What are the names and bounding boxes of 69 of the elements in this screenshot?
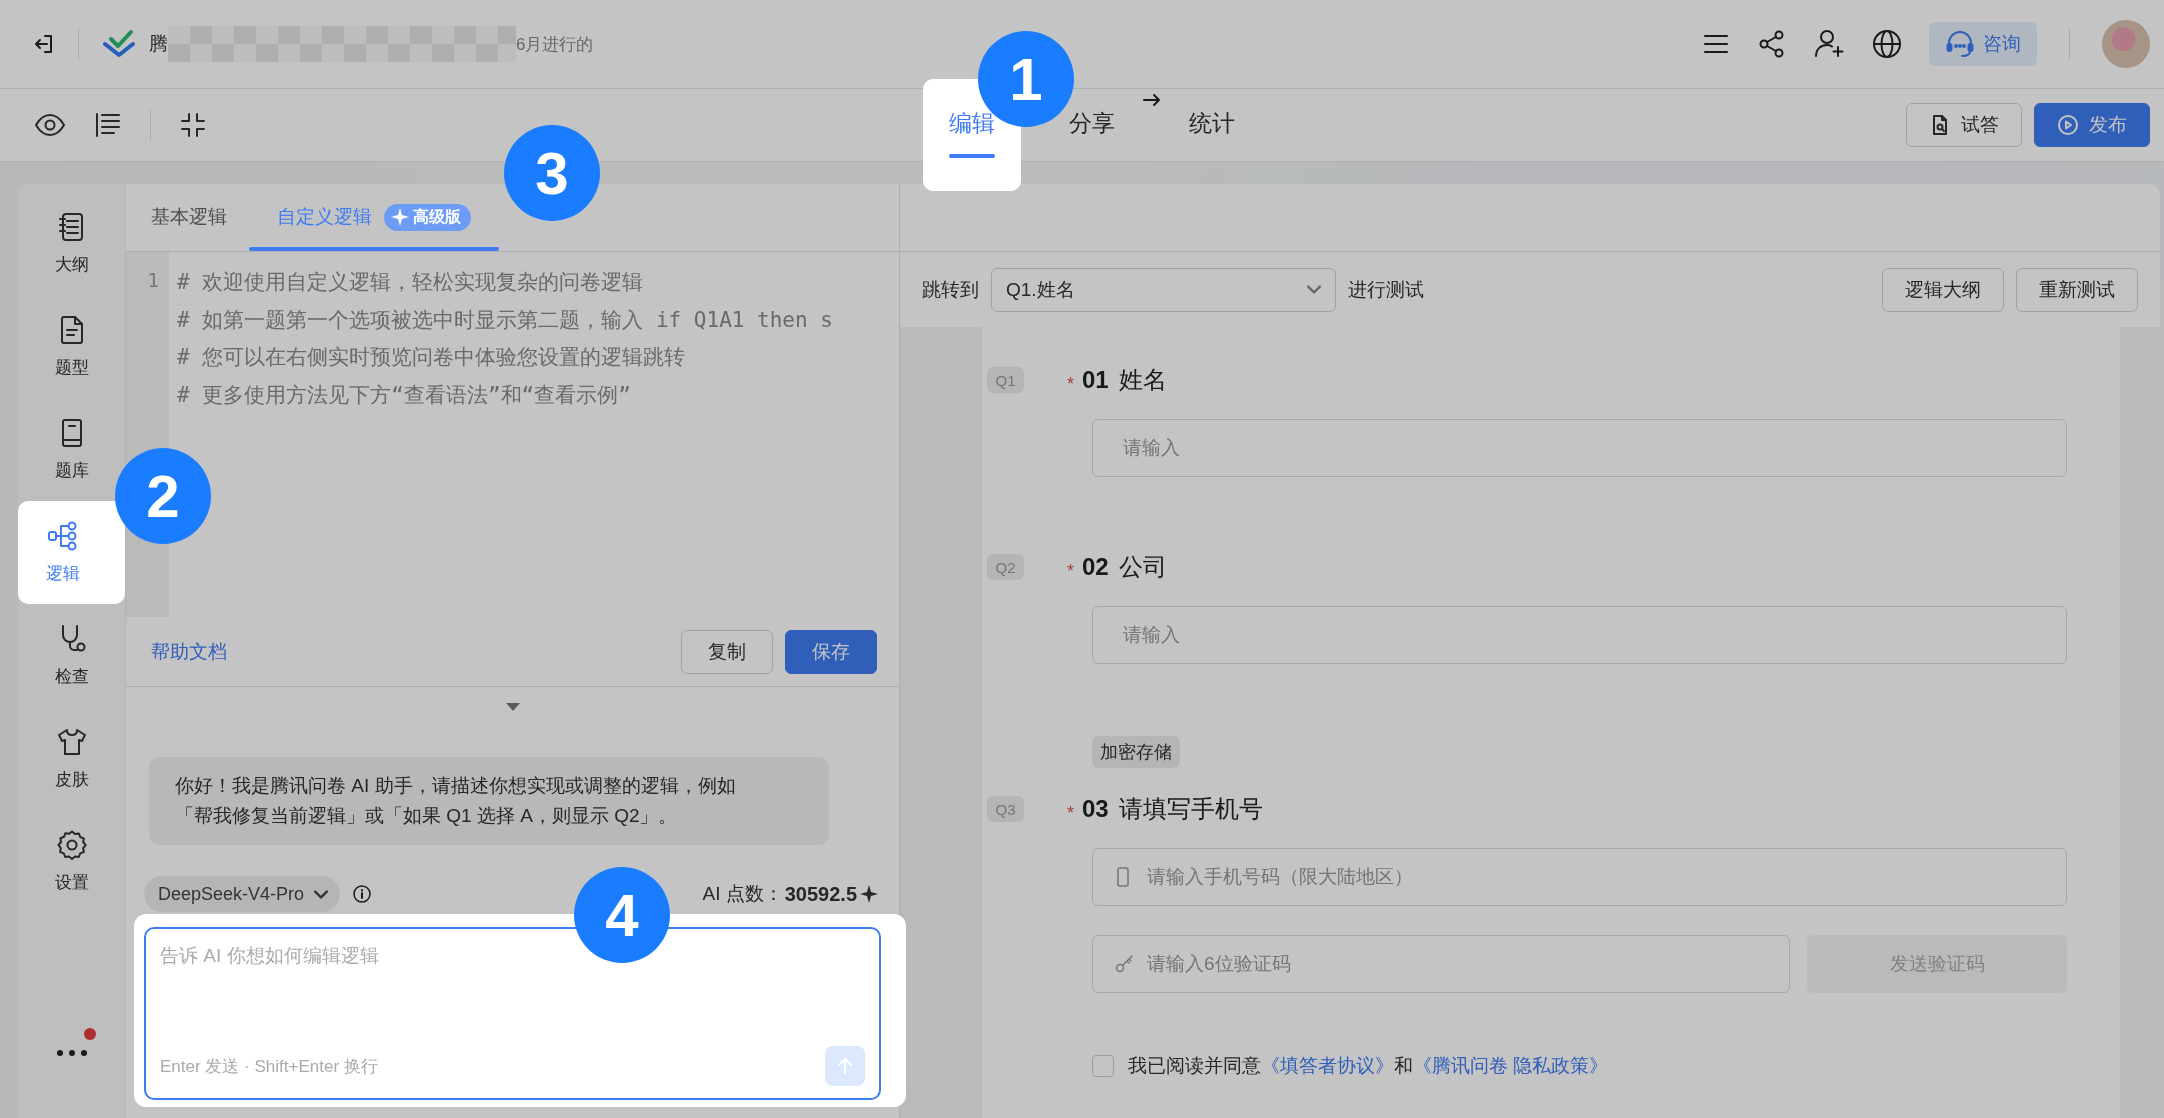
test-label: 进行测试: [1348, 277, 1424, 302]
survey-title: 6月进行的: [516, 33, 594, 56]
chevron-down-icon: [1307, 285, 1321, 294]
sidebar-item[interactable]: 题型: [18, 295, 125, 398]
sidebar-item[interactable]: 检查: [18, 604, 125, 707]
points-label: AI 点数：: [702, 882, 783, 906]
points-value: 30592.5: [784, 882, 857, 906]
step-number-badge: 2: [115, 448, 211, 544]
question-title: 02 公司: [1082, 552, 1167, 582]
question-title: 03 请填写手机号: [1082, 794, 1263, 824]
question-tag: Q3: [987, 796, 1024, 822]
step-number-badge: 4: [574, 867, 670, 963]
sidebar-item[interactable]: 逻辑: [18, 501, 125, 604]
code-comment: # 如第一题第一个选项被选中时显示第二题，输入 if Q1A1 then s: [177, 307, 833, 332]
key-icon: [1114, 953, 1136, 975]
model-dropdown[interactable]: DeepSeek-V4-Pro: [144, 876, 341, 912]
input-field[interactable]: 请输入手机号码（限大陆地区）: [1092, 848, 2067, 906]
sparkle-icon: [859, 884, 879, 904]
input-field[interactable]: 请输入: [1092, 419, 2067, 477]
code-comment: # 更多使用方法见下方“查看语法”和“查看示例”: [177, 382, 631, 407]
encrypted-tag: 加密存储: [1092, 736, 1180, 768]
jump-select[interactable]: Q1.姓名: [991, 267, 1336, 312]
sidebar-item[interactable]: 皮肤: [18, 707, 125, 810]
line-number: 1: [146, 268, 159, 293]
collapse-icon[interactable]: [179, 111, 207, 139]
retest-button[interactable]: 重新测试: [2016, 267, 2138, 312]
play-icon: [2057, 114, 2079, 136]
input-field[interactable]: 请输入6位验证码: [1092, 935, 1790, 993]
required-mark: *: [1067, 373, 1075, 395]
add-user-icon[interactable]: [1813, 28, 1845, 60]
question-tag: Q1: [987, 367, 1024, 393]
code-comment: # 您可以在右侧实时预览问卷中体验您设置的逻辑跳转: [177, 345, 686, 369]
shirt-icon: [55, 726, 88, 758]
input-field[interactable]: 请输入: [1092, 606, 2067, 664]
chevron-down-icon: [314, 889, 329, 899]
more-icon[interactable]: [55, 1048, 88, 1058]
input-hint: Enter 发送 · Shift+Enter 换行: [160, 1055, 378, 1078]
code-comment: # 欢迎使用自定义逻辑，轻松实现复杂的问卷逻辑: [177, 270, 644, 294]
question-title: 01 姓名: [1082, 365, 1167, 395]
step-number-badge: 3: [504, 125, 600, 221]
privacy-link[interactable]: 《腾讯问卷 隐私政策》: [1413, 1055, 1609, 1076]
step-tab[interactable]: 统计: [1163, 79, 1261, 191]
required-mark: *: [1067, 560, 1075, 582]
assistant-message: 你好！我是腾讯问卷 AI 助手，请描述你想实现或调整的逻辑，例如「帮我修复当前逻辑」或「如果 Q1 选择 A，则显示 Q2」。: [149, 757, 829, 845]
headset-icon: [1945, 29, 1975, 59]
jump-label: 跳转到: [922, 277, 979, 302]
premium-badge: 高级版: [384, 203, 471, 231]
phone-icon: [1114, 866, 1132, 888]
collapse-caret-icon[interactable]: [504, 702, 521, 712]
agreement-text: 我已阅读并同意《填答者协议》和《腾讯问卷 隐私政策》: [1128, 1054, 1609, 1078]
checkbox[interactable]: [1092, 1055, 1114, 1077]
sidebar-item[interactable]: 大纲: [18, 192, 125, 295]
sidebar-item[interactable]: 设置: [18, 810, 125, 913]
save-button[interactable]: 保存: [785, 629, 877, 674]
logic-outline-button[interactable]: 逻辑大纲: [1882, 267, 2004, 312]
globe-icon[interactable]: [1871, 28, 1903, 60]
survey-title: 腾: [149, 32, 168, 56]
try-button[interactable]: 试答: [1906, 103, 2022, 147]
settings-icon: [55, 829, 88, 861]
question-tag: Q2: [987, 554, 1024, 580]
help-link[interactable]: 帮助文档: [151, 638, 227, 665]
branch-icon: [46, 520, 79, 552]
publish-button[interactable]: 发布: [2034, 103, 2150, 147]
required-mark: *: [1067, 802, 1075, 824]
copy-button[interactable]: 复制: [681, 629, 773, 674]
list-icon[interactable]: [94, 111, 122, 139]
info-icon[interactable]: [352, 884, 373, 904]
logic-tab[interactable]: 基本逻辑: [151, 187, 227, 251]
agreement-link[interactable]: 《填答者协议》: [1261, 1055, 1394, 1076]
